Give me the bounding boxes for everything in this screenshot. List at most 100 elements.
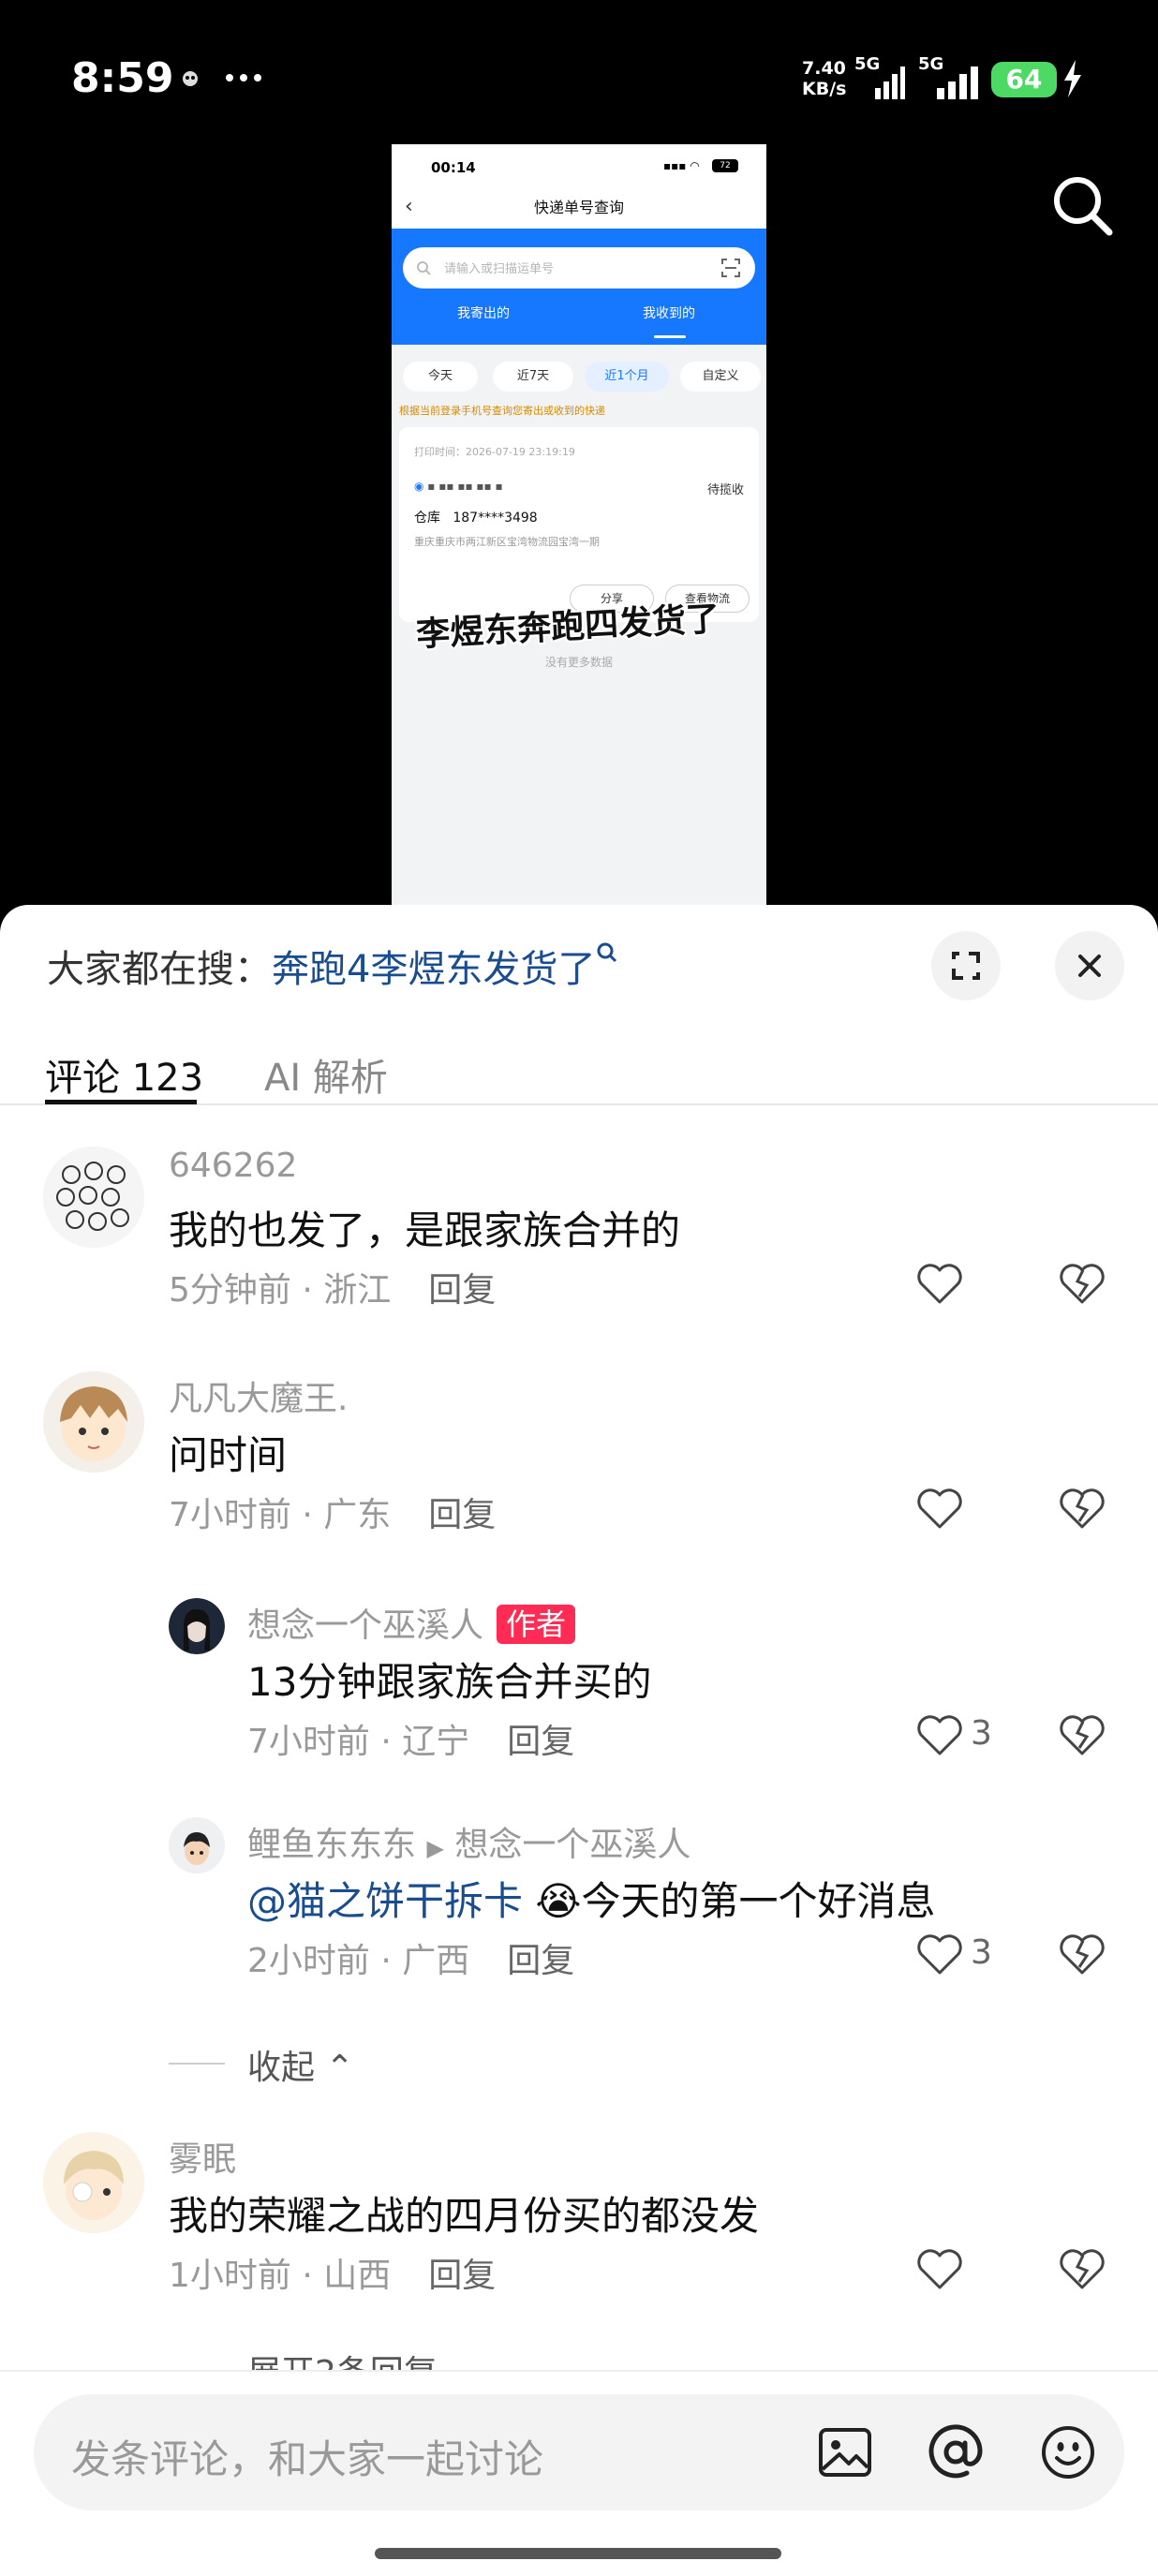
comment-username[interactable]: 想念一个巫溪人	[247, 1606, 483, 1645]
like-icon[interactable]	[916, 2248, 963, 2289]
trending-search[interactable]: 大家都在搜：奔跑4李煜东发货了	[47, 939, 619, 993]
comment-meta: 1小时前 · 山西 回复	[169, 2248, 496, 2297]
comment-text: @猫之饼干拆卡 😭今天的第一个好消息	[247, 1870, 935, 1927]
comment-text: 问时间	[169, 1432, 288, 1478]
comment-text: 我的荣耀之战的四月份买的都没发	[169, 2193, 760, 2239]
comment-username[interactable]: 646262	[169, 1147, 297, 1185]
no-more-data: 没有更多数据	[544, 656, 613, 669]
net-speed-value: 7.40	[802, 58, 846, 79]
reply-button[interactable]: 回复	[428, 1271, 496, 1310]
video-chip: 自定义	[680, 362, 761, 392]
dislike-icon[interactable]	[1059, 1261, 1106, 1304]
avatar[interactable]	[43, 1147, 144, 1248]
comment-text: 13分钟跟家族合并买的	[247, 1659, 652, 1705]
avatar[interactable]	[43, 2132, 144, 2233]
net-speed: 7.40 KB/s	[802, 58, 846, 99]
comment-time: 5分钟前 · 浙江	[169, 1271, 392, 1310]
reply-button[interactable]: 回复	[507, 1723, 574, 1761]
comment-username[interactable]: 鲤鱼东东东	[247, 1826, 416, 1864]
recipient-phone: 187****3498	[453, 511, 538, 526]
like-icon[interactable]	[916, 1933, 963, 1975]
trending-link[interactable]: 奔跑4李煜东发货了	[272, 948, 595, 991]
crying-emoji-icon: 😭	[535, 1878, 582, 1924]
comment-time: 1小时前 · 山西	[169, 2257, 392, 2295]
comment-tabs: 评论 123 AI 解析	[0, 1036, 1158, 1105]
net-speed-unit: KB/s	[802, 79, 847, 99]
tab-comments[interactable]: 评论 123	[45, 1047, 203, 1102]
tab-ai-analysis[interactable]: AI 解析	[264, 1047, 388, 1102]
search-icon[interactable]	[1049, 172, 1115, 238]
comment-text-body: 今天的第一个好消息	[581, 1878, 936, 1924]
collapse-label: 收起	[247, 2049, 316, 2087]
comment-input[interactable]: 发条评论，和大家一起讨论	[34, 2394, 1124, 2510]
home-indicator[interactable]	[375, 2548, 781, 2559]
like-icon[interactable]	[916, 1263, 963, 1304]
comment-meta: 5分钟前 · 浙江 回复	[169, 1263, 496, 1311]
like-icon[interactable]	[916, 1488, 963, 1529]
reply-button[interactable]: 回复	[428, 2257, 496, 2295]
expand-button[interactable]	[931, 931, 1001, 1000]
video-tab-received: 我收到的	[643, 306, 695, 321]
notification-icon	[183, 71, 198, 86]
video-notice: 根据当前登录手机号查询您寄出或收到的快递	[399, 405, 605, 417]
comment-username[interactable]: 雾眠	[169, 2132, 236, 2181]
like-count: 3	[971, 1933, 992, 1972]
image-icon[interactable]	[815, 2422, 875, 2482]
avatar[interactable]	[169, 1598, 225, 1654]
more-dots-icon	[226, 74, 261, 81]
like-icon[interactable]	[916, 1714, 963, 1755]
reply-button[interactable]: 回复	[507, 1942, 574, 1980]
signal-icon	[875, 67, 905, 99]
close-button[interactable]	[1055, 931, 1124, 1000]
comment-meta: 7小时前 · 辽宁 回复	[247, 1714, 574, 1763]
video-tab-sent: 我寄出的	[457, 306, 510, 321]
chevron-up-icon: ⌃	[325, 2049, 354, 2087]
video-status-bar: 00:14 ▪▪▪ ◠ 72	[392, 144, 766, 182]
video-chip: 今天	[403, 362, 478, 392]
mention-link[interactable]: @猫之饼干拆卡	[247, 1878, 523, 1924]
signal-icon-2	[937, 67, 978, 99]
like-count: 3	[971, 1714, 992, 1753]
video-header: ‹ 快递单号查询	[392, 182, 766, 229]
comment-meta: 7小时前 · 广东 回复	[169, 1488, 496, 1536]
warehouse-label: 仓库	[414, 511, 440, 526]
video-chip-active: 近1个月	[585, 362, 669, 392]
status-time: 8:59	[71, 54, 174, 102]
video-frame[interactable]: 00:14 ▪▪▪ ◠ 72 ‹ 快递单号查询 请输入或扫描运单号 我寄出的 我…	[392, 144, 766, 907]
dislike-icon[interactable]	[1059, 1932, 1106, 1975]
parcel-recipient: 仓库 187****3498	[414, 508, 538, 526]
dislike-icon[interactable]	[1059, 2246, 1106, 2289]
search-icon	[597, 942, 617, 963]
comment-time: 7小时前 · 广东	[169, 1496, 392, 1534]
at-mention-icon[interactable]	[926, 2422, 986, 2482]
close-icon	[1078, 955, 1101, 977]
emoji-icon[interactable]	[1038, 2422, 1098, 2482]
comment-sheet: 大家都在搜：奔跑4李煜东发货了 评论 123 AI 解析 646262 我的也发…	[0, 905, 1158, 2576]
print-time: 打印时间：2026-07-19 23:19:19	[414, 446, 575, 458]
reply-button[interactable]: 回复	[428, 1496, 496, 1534]
charging-icon	[1064, 60, 1081, 97]
collapse-divider	[169, 2063, 225, 2065]
trending-prefix: 大家都在搜：	[47, 948, 272, 991]
comment-meta: 2小时前 · 广西 回复	[247, 1933, 574, 1982]
parcel-status: 待揽收	[706, 483, 744, 497]
dislike-icon[interactable]	[1059, 1486, 1106, 1529]
video-search-placeholder: 请输入或扫描运单号	[444, 262, 555, 276]
comment-username[interactable]: 凡凡大魔王.	[169, 1371, 348, 1420]
avatar[interactable]	[43, 1371, 144, 1473]
reply-username-row[interactable]: 想念一个巫溪人 作者	[247, 1598, 576, 1647]
parcel-address: 重庆重庆市两江新区宝湾物流园宝湾一期	[414, 536, 600, 548]
reply-to-username[interactable]: 想念一个巫溪人	[454, 1826, 690, 1864]
video-signal-icon: ▪▪▪ ◠	[663, 159, 700, 172]
dislike-icon[interactable]	[1059, 1712, 1106, 1755]
video-battery-icon: 72	[712, 159, 738, 172]
comment-input-placeholder: 发条评论，和大家一起讨论	[71, 2436, 544, 2482]
battery-icon: 64	[991, 62, 1057, 97]
video-page-title: 快递单号查询	[533, 199, 624, 216]
reply-username-row[interactable]: 鲤鱼东东东 ▶ 想念一个巫溪人	[247, 1817, 690, 1866]
scan-icon	[721, 259, 740, 277]
comment-time: 7小时前 · 辽宁	[247, 1723, 470, 1761]
collapse-replies-button[interactable]: 收起 ⌃	[247, 2040, 354, 2089]
reply-arrow-icon: ▶	[426, 1835, 444, 1861]
avatar[interactable]	[169, 1817, 225, 1873]
